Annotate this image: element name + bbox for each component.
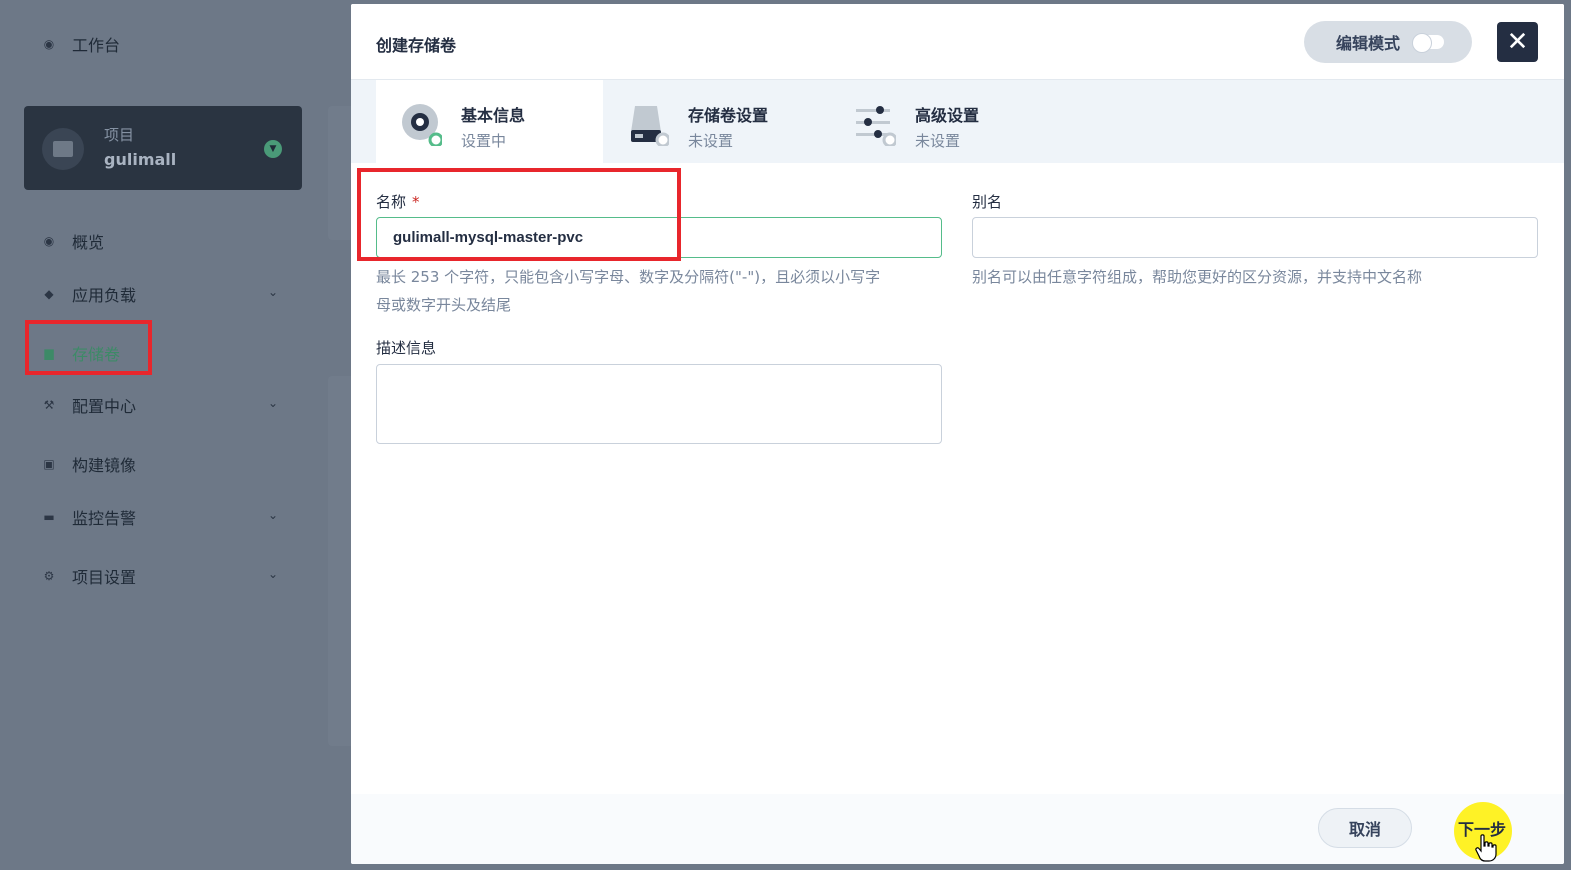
step-status: 设置中 bbox=[461, 132, 507, 150]
description-label: 描述信息 bbox=[376, 339, 437, 357]
chevron-down-icon: ⌄ bbox=[268, 567, 279, 581]
project-label: 项目 bbox=[104, 126, 135, 144]
edit-mode-label: 编辑模式 bbox=[1336, 34, 1401, 53]
sidebar-item-config[interactable]: ⚒ 配置中心 bbox=[40, 393, 136, 417]
create-volume-modal: 创建存储卷 编辑模式 ✕ 基本信息 设置中 存储卷设置 未设置 高级设置 未设置… bbox=[351, 4, 1564, 864]
sliders-icon bbox=[856, 106, 896, 146]
name-hint: 最长 253 个字符，只能包含小写字母、数字及分隔符("-")，且必须以小写字 … bbox=[376, 268, 881, 314]
close-icon: ✕ bbox=[1506, 27, 1529, 57]
dashboard-icon: ◉ bbox=[43, 234, 55, 248]
hammer-icon: ⚒ bbox=[43, 398, 55, 412]
step-tabs: 基本信息 设置中 存储卷设置 未设置 高级设置 未设置 bbox=[351, 80, 1564, 163]
project-name: gulimall bbox=[104, 150, 177, 169]
sidebar: ◉ 工作台 项目 gulimall ▼ ◉ 概览 ◆ 应用负载 ⌄ ▆ 存储卷 … bbox=[0, 0, 330, 870]
monitor-icon: ▬ bbox=[43, 510, 55, 524]
drive-icon bbox=[631, 106, 669, 146]
chevron-down-icon: ⌄ bbox=[268, 285, 279, 299]
edit-mode-toggle[interactable]: 编辑模式 bbox=[1304, 21, 1472, 63]
modal-footer: 取消 下一步 bbox=[351, 794, 1564, 864]
sidebar-item-label: 构建镜像 bbox=[72, 456, 137, 475]
annotation-highlight-name bbox=[357, 168, 681, 261]
chevron-down-icon: ⌄ bbox=[268, 508, 279, 522]
sidebar-item-label: 配置中心 bbox=[72, 397, 137, 416]
step-title: 基本信息 bbox=[461, 106, 526, 125]
disc-icon bbox=[402, 104, 442, 146]
gear-icon: ⚙ bbox=[43, 569, 55, 583]
step-title: 高级设置 bbox=[915, 106, 980, 125]
sidebar-item-build-image[interactable]: ▣ 构建镜像 bbox=[40, 452, 136, 476]
toggle-switch[interactable] bbox=[1412, 33, 1445, 53]
step-title: 存储卷设置 bbox=[688, 106, 769, 125]
step-advanced-settings[interactable]: 高级设置 未设置 bbox=[830, 80, 1057, 163]
step-volume-settings[interactable]: 存储卷设置 未设置 bbox=[603, 80, 830, 163]
chevron-down-icon: ⌄ bbox=[268, 396, 279, 410]
modal-title: 创建存储卷 bbox=[376, 36, 457, 55]
alias-input[interactable] bbox=[972, 217, 1538, 258]
chevron-down-icon[interactable]: ▼ bbox=[264, 140, 282, 158]
dashboard-icon: ◉ bbox=[43, 37, 55, 51]
project-selector[interactable]: 项目 gulimall ▼ bbox=[24, 106, 302, 190]
sidebar-item-workbench[interactable]: ◉ 工作台 bbox=[40, 32, 120, 56]
modal-header: 创建存储卷 编辑模式 ✕ bbox=[351, 4, 1564, 80]
sidebar-item-label: 项目设置 bbox=[72, 568, 137, 587]
step-status: 未设置 bbox=[688, 132, 734, 150]
sidebar-item-label: 应用负载 bbox=[72, 286, 137, 305]
alias-hint: 别名可以由任意字符组成，帮助您更好的区分资源，并支持中文名称 bbox=[972, 268, 1423, 286]
close-button[interactable]: ✕ bbox=[1497, 22, 1538, 62]
image-icon: ▣ bbox=[43, 457, 55, 471]
sidebar-item-monitoring[interactable]: ▬ 监控告警 bbox=[40, 505, 136, 529]
step-status: 未设置 bbox=[915, 132, 961, 150]
project-logo bbox=[42, 128, 84, 170]
annotation-highlight-sidebar bbox=[25, 320, 152, 375]
hand-cursor-icon bbox=[1475, 834, 1497, 862]
sidebar-item-label: 监控告警 bbox=[72, 509, 137, 528]
cancel-button[interactable]: 取消 bbox=[1318, 808, 1412, 848]
sidebar-item-label: 概览 bbox=[72, 233, 105, 252]
sidebar-item-label: 工作台 bbox=[72, 36, 121, 55]
sidebar-item-project-settings[interactable]: ⚙ 项目设置 bbox=[40, 564, 136, 588]
description-textarea[interactable] bbox=[376, 364, 942, 444]
sidebar-item-workloads[interactable]: ◆ 应用负载 bbox=[40, 282, 136, 306]
sidebar-item-overview[interactable]: ◉ 概览 bbox=[40, 229, 104, 253]
layers-icon: ◆ bbox=[44, 287, 54, 301]
step-basic-info[interactable]: 基本信息 设置中 bbox=[376, 80, 603, 163]
alias-label: 别名 bbox=[972, 193, 1003, 211]
